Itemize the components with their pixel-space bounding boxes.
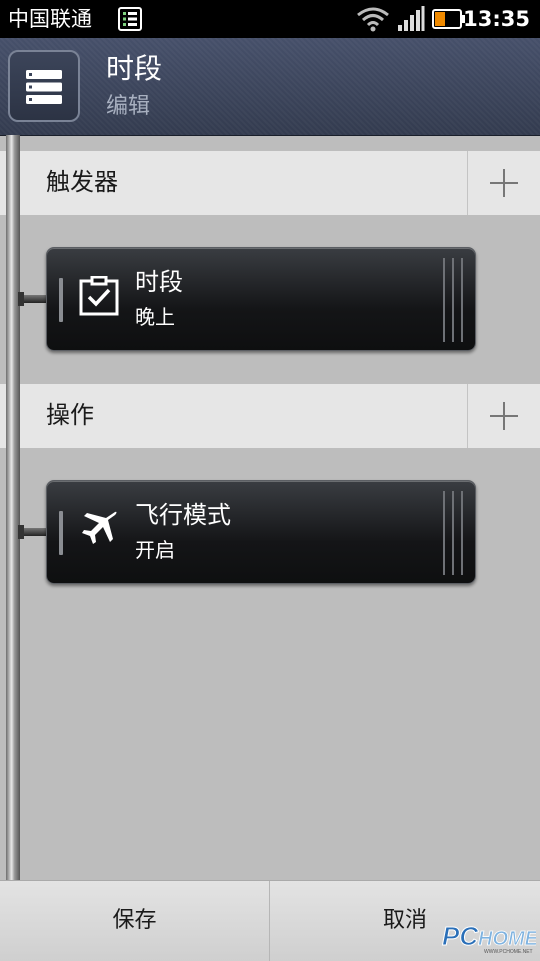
card-connector <box>18 525 46 539</box>
timeline-rail <box>6 135 20 880</box>
trigger-card-title: 时段 <box>135 268 183 296</box>
page-subtitle: 编辑 <box>106 94 151 119</box>
rail-segment <box>6 151 20 215</box>
card-grip <box>59 278 63 322</box>
clock: 13:35 <box>463 7 530 31</box>
airplane-icon <box>82 511 117 544</box>
trigger-card[interactable]: 时段 晚上 <box>46 247 476 351</box>
action-card-title: 飞行模式 <box>135 501 231 529</box>
app-icon-button[interactable] <box>8 50 80 122</box>
action-card-value: 开启 <box>135 538 175 562</box>
app-header: 时段 编辑 <box>0 38 540 136</box>
card-grip <box>59 511 63 555</box>
action-card[interactable]: 飞行模式 开启 <box>46 480 476 584</box>
checkbox-icon <box>79 276 119 316</box>
bottom-action-bar: 保存 取消 PC HOME WWW.PCHOME.NET <box>0 880 540 961</box>
drag-handle-icon[interactable] <box>443 258 465 342</box>
server-list-icon <box>26 70 62 104</box>
pchome-watermark-logo: PC HOME WWW.PCHOME.NET <box>442 921 537 956</box>
trigger-section-label: 触发器 <box>46 168 118 196</box>
plus-icon <box>490 402 518 430</box>
page-title: 时段 <box>106 52 163 85</box>
sim-card-icon <box>118 7 142 31</box>
trigger-card-value: 晚上 <box>135 305 175 329</box>
trigger-section-header: 触发器 <box>0 151 540 215</box>
action-section-header: 操作 <box>0 384 540 448</box>
svg-text:WWW.PCHOME.NET: WWW.PCHOME.NET <box>484 949 533 955</box>
carrier-name: 中国联通 <box>8 7 92 31</box>
plus-icon <box>490 169 518 197</box>
svg-text:PC: PC <box>442 921 479 951</box>
signal-icon <box>398 6 425 31</box>
svg-text:HOME: HOME <box>478 928 536 950</box>
save-button[interactable]: 保存 <box>0 881 270 961</box>
wifi-icon <box>357 7 389 32</box>
drag-handle-icon[interactable] <box>443 491 465 575</box>
battery-icon <box>432 9 465 29</box>
add-action-button[interactable] <box>467 384 540 448</box>
rail-segment <box>6 384 20 448</box>
add-trigger-button[interactable] <box>467 151 540 215</box>
action-section-label: 操作 <box>46 401 94 429</box>
status-bar: 中国联通 13:35 <box>0 0 540 38</box>
card-connector <box>18 292 46 306</box>
